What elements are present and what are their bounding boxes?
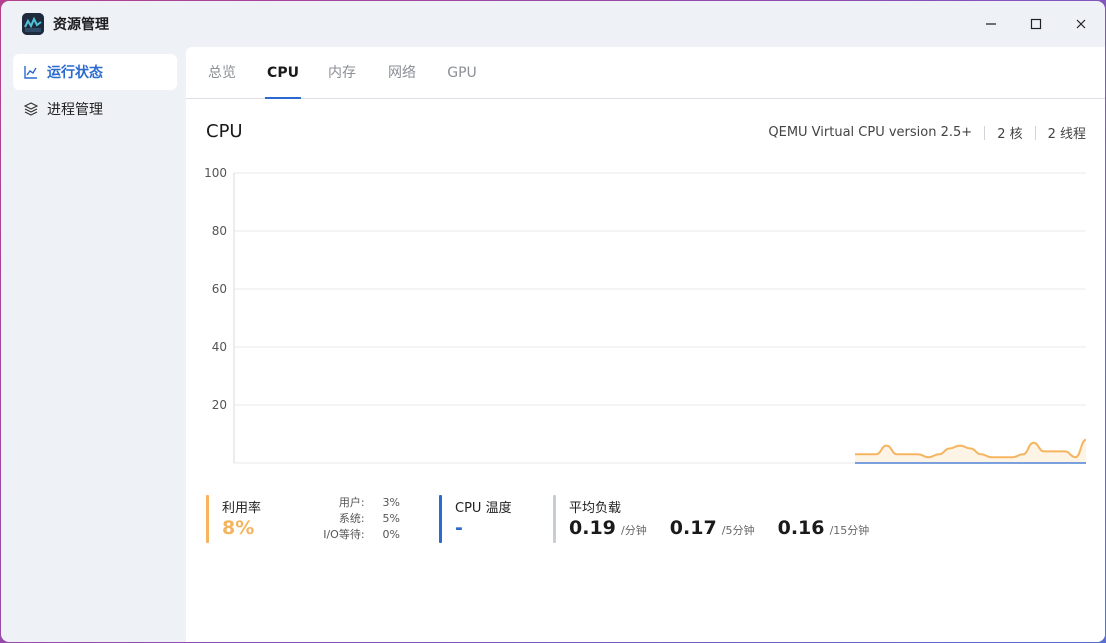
line-chart-icon [23,64,39,80]
close-button[interactable] [1059,9,1103,39]
user-value: 3% [382,496,400,509]
temp-label: CPU 温度 [455,501,512,516]
y-tick-label: 80 [212,224,227,238]
tab-gpu[interactable]: GPU [444,47,480,99]
title-bar: 资源管理 [1,1,1105,47]
layers-icon [23,101,39,117]
io-value: 0% [382,528,400,541]
close-icon [1076,19,1086,29]
cpu-cores: 2 核 [997,127,1023,142]
temp-stat: CPU 温度 - [439,495,549,545]
maximize-icon [1030,18,1042,30]
divider [1034,125,1036,140]
y-tick-label: 20 [212,398,227,412]
app-window: 资源管理 运行状态 进程管理 总览 CPU 内存 网络 GPU CPU QEMU… [1,1,1105,642]
sidebar: 运行状态 进程管理 [1,47,185,642]
sidebar-item-label: 进程管理 [47,102,103,118]
load-label: 平均负载 [569,501,622,516]
maximize-button[interactable] [1014,9,1058,39]
usage-indicator [206,495,209,543]
usage-label: 利用率 [222,501,262,516]
sidebar-item-processes[interactable]: 进程管理 [13,91,177,127]
io-label: I/O等待: [323,528,365,541]
load-5min-value: 0.17 [669,517,717,539]
load-15min-unit: /15分钟 [829,524,870,537]
load-indicator [553,495,556,543]
load-5min-unit: /5分钟 [721,524,755,537]
sidebar-item-label: 运行状态 [47,65,103,81]
divider [984,125,986,140]
app-title: 资源管理 [53,17,109,33]
tab-network[interactable]: 网络 [386,47,418,99]
cpu-usage-chart-svg: 100 80 60 40 20 [204,166,1087,464]
tab-overview[interactable]: 总览 [206,47,238,99]
system-label: 系统: [338,512,365,525]
cpu-usage-chart: 100 80 60 40 20 [186,157,1105,477]
main-panel: 总览 CPU 内存 网络 GPU CPU QEMU Virtual CPU ve… [186,47,1105,642]
temp-value: - [455,517,463,539]
usage-stat: 利用率 8% 用户: 3% 系统: 5% I/O等待: 0% [206,495,406,545]
minimize-icon [986,23,996,25]
sidebar-item-status[interactable]: 运行状态 [13,54,177,90]
load-1min-value: 0.19 [569,517,616,539]
load-stat: 平均负载 0.19 /分钟 0.17 /5分钟 0.16 /15分钟 [553,495,883,545]
tab-memory[interactable]: 内存 [326,47,358,99]
cpu-info: QEMU Virtual CPU version 2.5+ 2 核 2 线程 [768,123,1086,142]
cpu-threads: 2 线程 [1047,127,1086,142]
system-value: 5% [382,512,400,525]
app-logo-icon [22,13,44,35]
section-title: CPU [206,121,243,142]
load-1min-unit: /分钟 [620,524,647,537]
usage-value: 8% [222,517,255,539]
user-label: 用户: [338,496,365,509]
y-tick-label: 60 [212,282,227,296]
stats-row: 利用率 8% 用户: 3% 系统: 5% I/O等待: 0% CPU 温度 - 平均负… [206,495,1086,545]
load-15min-value: 0.16 [777,517,825,539]
tab-bar: 总览 CPU 内存 网络 GPU [186,47,1105,99]
minimize-button[interactable] [969,9,1013,39]
temp-indicator [439,495,442,543]
y-tick-label: 100 [204,166,227,180]
y-tick-label: 40 [212,340,227,354]
cpu-model: QEMU Virtual CPU version 2.5+ [768,125,973,140]
tab-cpu[interactable]: CPU [265,47,301,99]
